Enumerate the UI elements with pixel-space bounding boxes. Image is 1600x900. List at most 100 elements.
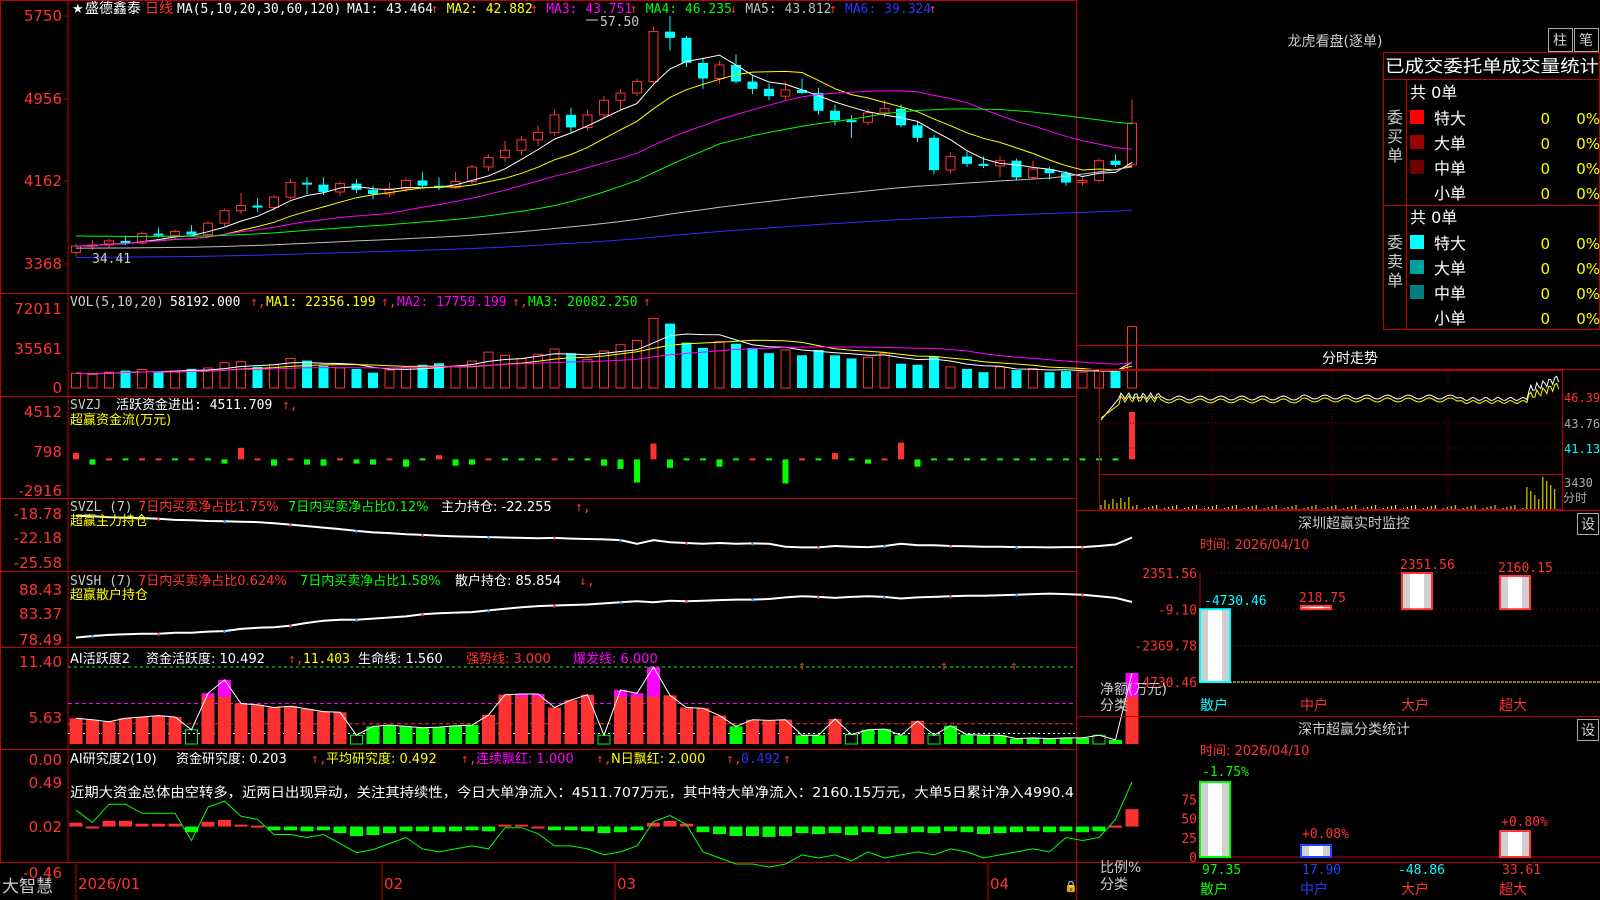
candle-body [533,132,543,141]
buy-row-pct: 0% [1576,185,1600,203]
activity-bar [416,727,429,744]
research-bar [86,826,99,829]
sell-row-count: 0 [1540,310,1550,328]
volume-bar [335,367,345,389]
research-bar [333,826,347,834]
class-bar-shine [1208,783,1222,856]
sz-category: 散户 [1200,697,1228,714]
research-bar [597,826,611,834]
flow-bar [155,458,162,461]
buy-group-label: 委买单 [1387,108,1403,165]
ma-value: MA6: 39.324 [845,2,931,17]
research-bar [201,821,215,827]
buy-row-pct: 0% [1576,110,1600,128]
line-marker [1015,593,1018,597]
candle-body [615,92,626,101]
flow-bar [502,458,508,461]
svzl-a: 7日内买卖净占比1.75% [138,499,279,515]
candle-body [1094,160,1104,182]
svsh-tick: 88.43 [19,581,62,599]
research-bar [1043,826,1056,833]
arrow: ↑ [643,295,651,310]
line-marker [157,632,160,636]
candle-body [285,182,296,198]
volume-bar [401,366,411,389]
activity-bar [1043,738,1056,744]
activity-bar [350,734,363,745]
line-marker [355,529,358,533]
research-bar [944,826,957,832]
volume-bar [665,323,675,388]
line-marker [223,630,226,634]
star-icon: ★ [72,2,84,17]
ai1-tick: 5.63 [29,709,62,727]
sz-monitor-title: 深圳超赢实时监控 [1298,515,1410,532]
arrow: ↑, [512,295,528,310]
research-bar [251,825,264,828]
fenshi-tick: 41.13 [1564,442,1600,456]
flow-bar [700,458,706,461]
arrow: ↑, [575,500,591,515]
research-bar [399,826,413,832]
candle-body [153,233,164,236]
activity-bar [977,735,990,744]
flow-bar [139,458,145,461]
x-tick: 03 [617,875,636,893]
ai1-c: 生命线: 1.560 [358,651,443,667]
panel-border [0,0,1077,294]
ai-activity-chart: ↑ ↑ ↑ [68,659,1139,745]
candle-body [830,110,840,121]
flow-bar [766,458,772,461]
research-bar [218,819,231,827]
ai2-tick: 0.02 [29,818,62,836]
buy-row-count: 0 [1540,185,1550,203]
ai2-e: 0.492 [741,752,780,767]
volume-bar [368,372,378,388]
arrow: ↑, [726,752,742,767]
volume-bar [533,353,543,389]
ma-arrow: ↑ [829,2,837,17]
flow-bar [370,459,376,465]
volume-bar [879,352,890,389]
volume-bar [236,361,246,389]
candle-body [1077,180,1088,184]
research-bar [432,826,446,833]
candle-body [236,204,246,212]
flow-bar [1046,458,1053,461]
volume-chart [71,317,1137,389]
candle-body [252,205,263,208]
fenshi-tick: 43.76 [1564,417,1600,431]
fenshi-vol-tick: 3430 [1564,476,1593,490]
volume-bar [681,342,692,388]
flow-bar [931,458,937,461]
sz-xlabel: 分类 [1100,698,1128,714]
flow-bar [1112,458,1119,461]
line-marker [553,604,556,608]
low-label: 34.41 [92,252,131,267]
svzj-header: SVZJ [70,398,101,413]
research-bar [630,826,644,831]
candle-body [978,163,989,166]
x-tick: 2026/01 [78,875,140,893]
sz-bar-shine [1410,574,1424,609]
ma-value: MA4: 46.235 [646,2,732,17]
volume-bar [483,351,494,389]
research-bar [416,826,429,832]
arrow: ↑, [596,752,612,767]
volume-bar [450,365,461,389]
activity-bar [680,707,693,744]
candle-body [929,137,939,171]
ai1-tick: 11.40 [19,653,62,671]
buy-row-count: 0 [1540,110,1550,128]
activity-bar [465,725,479,744]
activity-bar [69,718,83,744]
ai1-tick: 0.00 [29,751,62,769]
vol-value: 58192.000 [170,295,240,310]
arrow: ↑, [311,752,327,767]
candle-body [417,180,428,186]
vol-header: VOL(5,10,20) [70,295,164,310]
sz-bar-shine [1208,610,1222,681]
candle-body [698,62,708,79]
candle-body [879,108,890,114]
flow-bar [683,458,690,461]
